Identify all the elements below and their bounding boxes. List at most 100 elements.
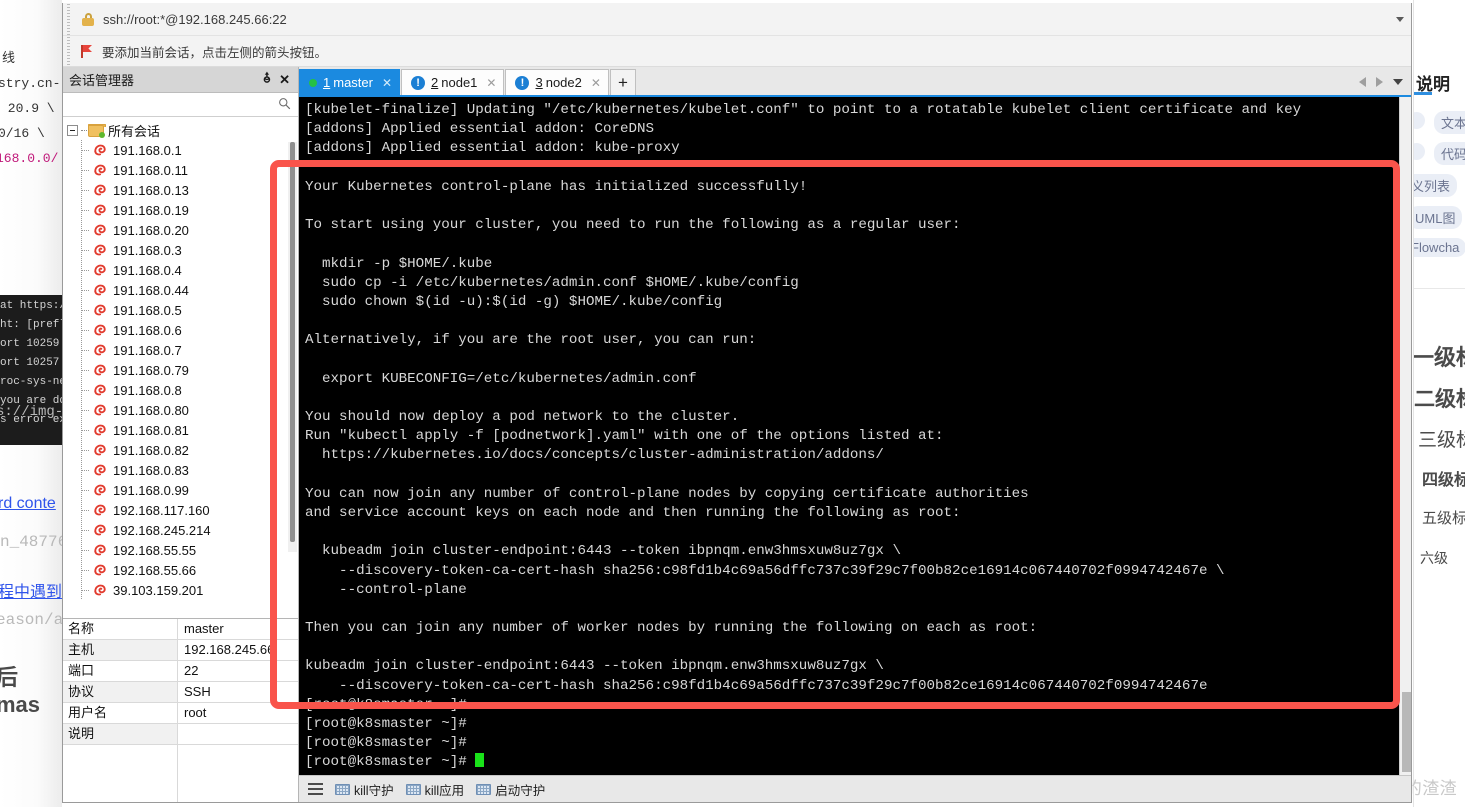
property-value[interactable]: 22 <box>178 661 198 681</box>
quick-command-list[interactable]: kill守护 kill应用 启动守护 <box>323 780 545 799</box>
chip-uml[interactable]: UML图 <box>1414 206 1463 229</box>
property-value[interactable] <box>178 724 184 744</box>
session-tree-item[interactable]: 192.168.117.160 <box>63 500 298 520</box>
terminal-scroll-thumb[interactable] <box>1402 692 1411 772</box>
quick-command-button[interactable]: 启动守护 <box>476 780 545 799</box>
terminal-output[interactable]: [kubelet-finalize] Updating "/etc/kubern… <box>299 97 1399 776</box>
property-value[interactable]: master <box>178 619 224 639</box>
session-label: 191.168.0.79 <box>113 362 189 378</box>
session-tree-item[interactable]: 191.168.0.13 <box>63 180 298 200</box>
session-label: 192.168.117.160 <box>113 502 210 518</box>
session-tree-item[interactable]: 39.103.159.201 <box>63 580 298 600</box>
notice-grip[interactable] <box>63 35 75 67</box>
green-dot-icon <box>309 78 317 87</box>
property-value[interactable]: root <box>178 703 206 723</box>
session-search-row[interactable] <box>63 93 298 117</box>
property-key: 主机 <box>63 640 178 660</box>
pin-icon[interactable]: ⯗ <box>263 69 271 91</box>
tab-close-icon[interactable]: ✕ <box>591 76 601 90</box>
property-value[interactable]: SSH <box>178 682 211 702</box>
chevron-right-icon[interactable] <box>1376 77 1383 87</box>
search-icon[interactable] <box>278 97 291 110</box>
search-input[interactable] <box>67 94 272 115</box>
new-tab-button[interactable]: + <box>609 69 636 95</box>
session-tree-item[interactable]: 191.168.0.82 <box>63 440 298 460</box>
chevron-down-icon[interactable] <box>1393 79 1403 85</box>
terminal-line: kubeadm join cluster-endpoint:6443 --tok… <box>305 543 901 560</box>
session-tree-item[interactable]: 191.168.0.6 <box>63 320 298 340</box>
bg-fragment-link-2[interactable]: 程中遇到 <box>0 578 62 602</box>
quick-command-button[interactable]: kill守护 <box>335 780 394 799</box>
session-tree-item[interactable]: 191.168.0.81 <box>63 420 298 440</box>
tab-list[interactable]: 1 master ✕! 2 node1 ✕! 3 node2 ✕ <box>299 69 610 95</box>
tab-nav-controls[interactable] <box>1359 69 1411 95</box>
session-list[interactable]: 191.168.0.1 191.168.0.11 191.168.0.13 191.1… <box>63 140 298 600</box>
chip-flowchart[interactable]: Flowcha <box>1414 238 1465 257</box>
heading-level-3[interactable]: 三级标 <box>1418 425 1465 452</box>
session-tree[interactable]: 所有会话 191.168.0.1 191.168.0.11 191.168.0.13… <box>63 117 298 614</box>
session-tree-item[interactable]: 191.168.0.20 <box>63 220 298 240</box>
session-tree-item[interactable]: 191.168.0.44 <box>63 280 298 300</box>
address-url[interactable]: ssh://root:*@192.168.245.66:22 <box>103 12 287 27</box>
heading-level-2[interactable]: 二级标 <box>1414 383 1465 413</box>
tree-branch <box>81 420 93 440</box>
session-tree-item[interactable]: 192.168.55.66 <box>63 560 298 580</box>
tab-bar[interactable]: 1 master ✕! 2 node1 ✕! 3 node2 ✕ + <box>299 67 1411 95</box>
quick-command-button[interactable]: kill应用 <box>405 780 464 799</box>
bg-fragment-link-1[interactable]: rd conte <box>0 495 56 513</box>
tree-branch <box>81 560 93 580</box>
session-label: 191.168.0.99 <box>113 482 189 498</box>
tab-close-icon[interactable]: ✕ <box>486 76 496 90</box>
tab-node1[interactable]: ! 2 node1 ✕ <box>401 69 505 95</box>
session-label: 191.168.0.80 <box>113 402 189 418</box>
session-tree-item[interactable]: 191.168.0.4 <box>63 260 298 280</box>
tab-master[interactable]: 1 master ✕ <box>299 69 401 95</box>
session-tree-item[interactable]: 191.168.0.83 <box>63 460 298 480</box>
property-row: 端口 22 <box>63 661 298 682</box>
session-tree-item[interactable]: 191.168.0.79 <box>63 360 298 380</box>
session-tree-item[interactable]: 192.168.245.214 <box>63 520 298 540</box>
close-icon[interactable]: ✕ <box>279 72 290 88</box>
tab-node2[interactable]: ! 3 node2 ✕ <box>505 69 609 95</box>
property-value[interactable]: 192.168.245.66 <box>178 640 274 660</box>
chevron-down-icon[interactable] <box>1396 16 1404 22</box>
property-row: 名称 master <box>63 619 298 640</box>
chevron-left-icon[interactable] <box>1359 77 1366 87</box>
heading-level-6[interactable]: 六级 <box>1420 548 1448 568</box>
quick-command-bar[interactable]: kill守护 kill应用 启动守护 <box>299 775 1411 802</box>
heading-level-1[interactable]: 一级标 <box>1414 340 1465 372</box>
heading-level-4[interactable]: 四级标 <box>1422 466 1465 490</box>
chip-text[interactable]: 文本 <box>1434 111 1465 134</box>
tree-root-node[interactable]: 所有会话 <box>63 120 298 140</box>
session-tree-item[interactable]: 191.168.0.5 <box>63 300 298 320</box>
session-tree-item[interactable]: 191.168.0.11 <box>63 160 298 180</box>
terminal-area[interactable]: [kubelet-finalize] Updating "/etc/kubern… <box>299 95 1411 776</box>
session-tree-item[interactable]: 191.168.0.7 <box>63 340 298 360</box>
session-label: 191.168.0.5 <box>113 302 182 318</box>
address-bar[interactable]: ssh://root:*@192.168.245.66:22 <box>63 3 1411 36</box>
terminal-scrollbar[interactable] <box>1399 97 1411 776</box>
session-tree-item[interactable]: 191.168.0.8 <box>63 380 298 400</box>
session-label: 191.168.0.44 <box>113 282 189 298</box>
hamburger-icon[interactable] <box>308 783 323 795</box>
session-tree-item[interactable]: 191.168.0.3 <box>63 240 298 260</box>
heading-level-5[interactable]: 五级标 <box>1422 507 1465 528</box>
session-tree-item[interactable]: 191.168.0.1 <box>63 140 298 160</box>
chip-list[interactable]: 义列表 <box>1414 174 1458 197</box>
scroll-thumb[interactable] <box>290 142 295 542</box>
session-tree-item[interactable]: 191.168.0.19 <box>63 200 298 220</box>
toolbar-grip[interactable] <box>63 3 75 36</box>
terminal-prompt-line[interactable]: [root@k8smaster ~]# <box>305 753 1399 772</box>
session-label: 39.103.159.201 <box>113 582 204 598</box>
chip-code[interactable]: 代码 <box>1434 142 1465 165</box>
session-tree-item[interactable]: 192.168.55.55 <box>63 540 298 560</box>
session-tree-scrollbar[interactable] <box>288 142 297 552</box>
session-tree-item[interactable]: 191.168.0.99 <box>63 480 298 500</box>
collapse-icon[interactable] <box>67 124 78 136</box>
flag-icon <box>81 44 94 58</box>
session-tree-item[interactable]: 191.168.0.80 <box>63 400 298 420</box>
tab-close-icon[interactable]: ✕ <box>382 76 392 90</box>
